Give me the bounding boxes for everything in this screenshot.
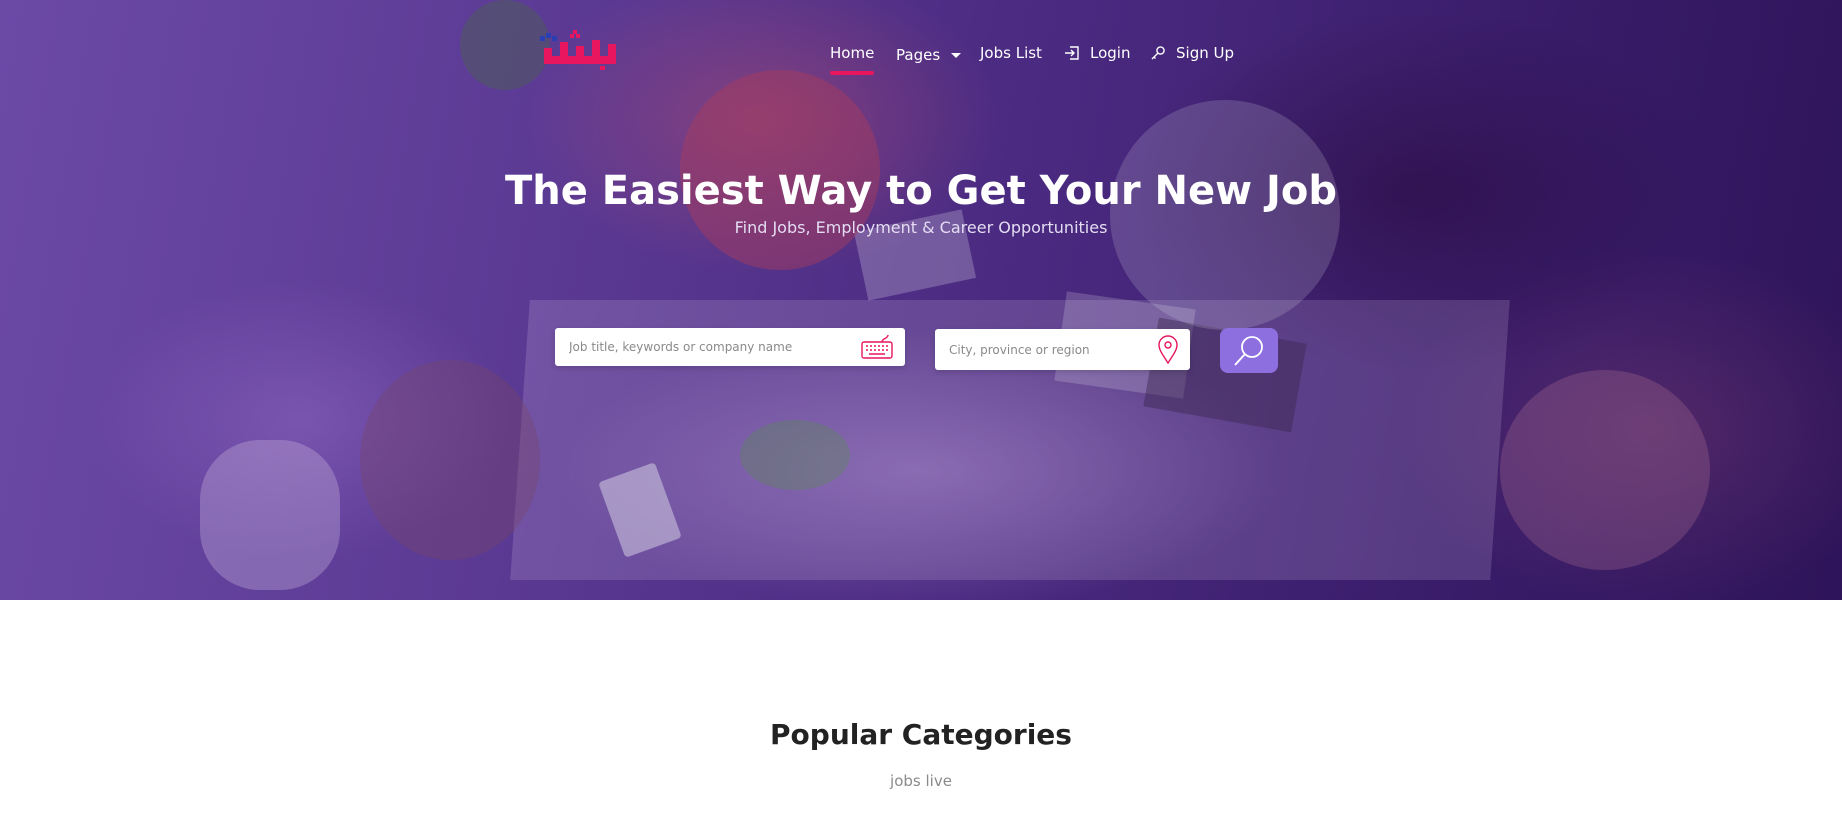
background-photo-person xyxy=(1110,100,1340,330)
background-photo-tablet xyxy=(598,462,682,558)
location-input[interactable] xyxy=(935,329,1148,370)
nav-pages-dropdown[interactable]: Pages xyxy=(896,46,961,64)
nav-login-label: Login xyxy=(1090,44,1131,62)
nav-sign-up-label: Sign Up xyxy=(1176,44,1234,62)
popular-categories-subtitle: jobs live xyxy=(890,772,952,790)
nav-jobs-list[interactable]: Jobs List xyxy=(980,44,1042,62)
keyword-input[interactable] xyxy=(555,328,842,366)
nav-home-label: Home xyxy=(830,44,875,62)
nav-sign-up[interactable]: Sign Up xyxy=(1150,44,1234,62)
keyboard-icon xyxy=(861,334,893,359)
caret-down-icon xyxy=(950,53,961,58)
logo-mark-icon xyxy=(540,30,616,70)
popular-categories-title: Popular Categories xyxy=(770,718,1072,751)
active-indicator xyxy=(830,71,875,75)
nav-jobs-list-label: Jobs List xyxy=(980,44,1042,62)
nav-pages-label: Pages xyxy=(896,46,941,64)
hero-title: The Easiest Way to Get Your New Job xyxy=(504,168,1337,214)
hero-subtitle: Find Jobs, Employment & Career Opportuni… xyxy=(734,218,1108,237)
login-icon xyxy=(1065,46,1079,60)
background-photo-person xyxy=(360,360,540,560)
keyword-search-field xyxy=(555,328,905,366)
background-photo-chair xyxy=(200,440,340,590)
key-icon xyxy=(1151,46,1165,60)
nav-home[interactable]: Home xyxy=(830,44,875,75)
search-button[interactable] xyxy=(1220,328,1278,373)
nav-login[interactable]: Login xyxy=(1064,44,1130,62)
background-photo-person xyxy=(1500,370,1710,570)
map-pin-icon xyxy=(1158,334,1178,364)
search-icon xyxy=(1234,336,1263,366)
background-photo-plant xyxy=(740,420,850,490)
hero-banner: Home Pages Jobs List Login Sign Up The E… xyxy=(0,0,1842,600)
site-logo[interactable] xyxy=(536,30,620,70)
location-search-field xyxy=(935,329,1190,370)
